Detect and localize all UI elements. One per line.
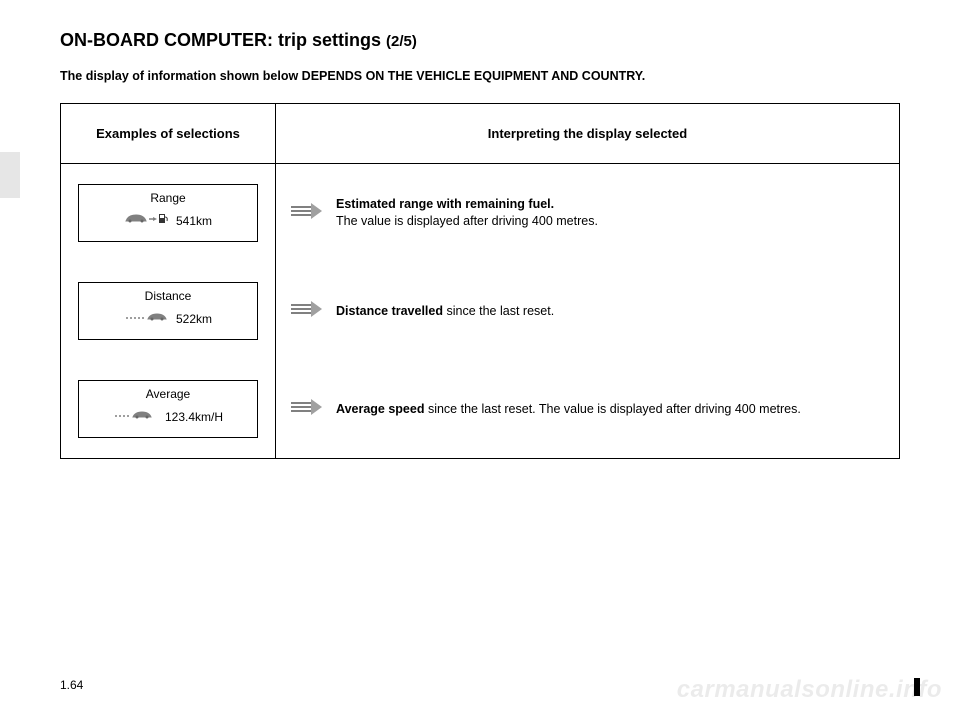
table-body-row: Range (61, 164, 900, 459)
interpret-cell: Estimated range with remaining fuel. The… (276, 164, 900, 459)
interpret-text-range: Estimated range with remaining fuel. The… (336, 196, 883, 230)
arrow-icon (276, 300, 336, 323)
title-main: ON-BOARD COMPUTER: trip settings (60, 30, 386, 50)
watermark: carmanualsonline.info (677, 676, 942, 704)
interpret-row-distance: Distance travelled since the last reset. (276, 282, 883, 340)
interpret-row-average: Average speed since the last reset. The … (276, 380, 883, 438)
display-average: Average (78, 380, 258, 438)
arrow-icon (276, 202, 336, 225)
page-title: ON-BOARD COMPUTER: trip settings (2/5) (60, 30, 900, 51)
arrow-icon (276, 398, 336, 421)
lead-distance: Distance travelled (336, 304, 443, 318)
display-distance: Distance (78, 282, 258, 340)
examples-cell: Range (61, 164, 276, 459)
margin-tab (0, 152, 20, 198)
page-number: 1.64 (60, 678, 83, 692)
display-distance-value: 522km (176, 312, 212, 326)
rest-range: The value is displayed after driving 400… (336, 214, 598, 228)
trip-settings-table: Examples of selections Interpreting the … (60, 103, 900, 459)
display-range-value: 541km (176, 214, 212, 228)
equipment-note: The display of information shown below D… (60, 69, 900, 83)
display-distance-row: 522km (87, 309, 249, 328)
interpret-row-range: Estimated range with remaining fuel. The… (276, 184, 883, 242)
display-range-label: Range (87, 191, 249, 205)
display-average-label: Average (87, 387, 249, 401)
car-fuel-icon (124, 211, 168, 230)
display-distance-label: Distance (87, 289, 249, 303)
display-average-value: 123.4km/H (165, 410, 223, 424)
display-average-row: 123.4km/H (87, 407, 249, 426)
manual-page: ON-BOARD COMPUTER: trip settings (2/5) T… (0, 0, 960, 489)
car-distance-icon (124, 309, 168, 328)
title-page-indicator: (2/5) (386, 33, 417, 50)
header-interpreting: Interpreting the display selected (276, 104, 900, 164)
table-header-row: Examples of selections Interpreting the … (61, 104, 900, 164)
lead-average: Average speed (336, 402, 424, 416)
interpret-text-distance: Distance travelled since the last reset. (336, 303, 883, 320)
rest-distance: since the last reset. (443, 304, 554, 318)
rest-average: since the last reset. The value is displ… (424, 402, 800, 416)
interpret-text-average: Average speed since the last reset. The … (336, 401, 883, 418)
display-range: Range (78, 184, 258, 242)
lead-range: Estimated range with remaining fuel. (336, 197, 554, 211)
header-examples: Examples of selections (61, 104, 276, 164)
display-range-row: 541km (87, 211, 249, 230)
car-speed-icon (113, 407, 157, 426)
